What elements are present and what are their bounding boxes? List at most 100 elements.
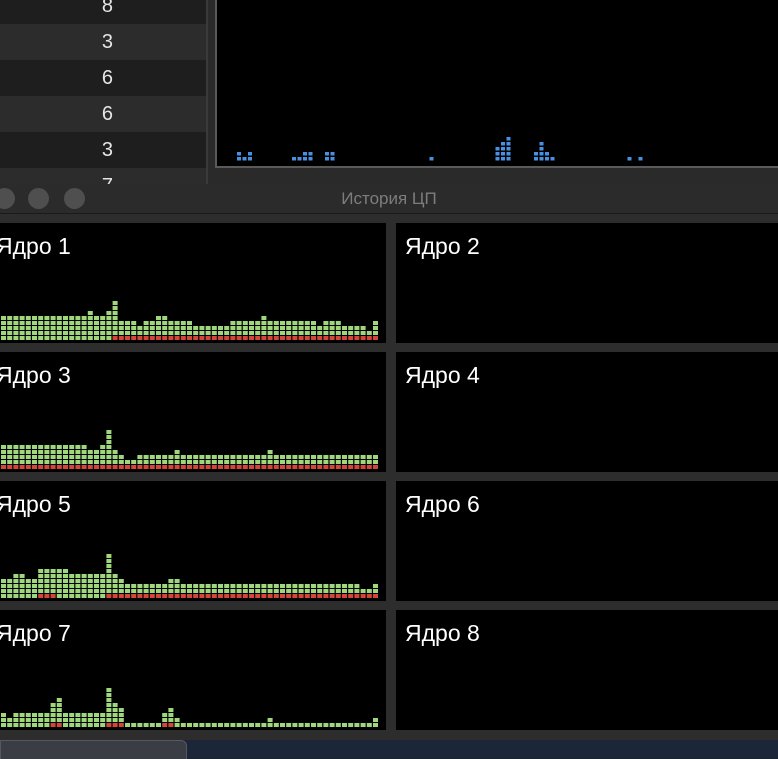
user-load-cell (106, 703, 112, 707)
activity-cell (248, 157, 252, 161)
user-load-cell (100, 574, 106, 578)
user-load-cell (106, 708, 112, 712)
user-load-cell (1, 594, 6, 598)
user-load-cell (56, 703, 62, 707)
user-load-cell (298, 326, 304, 330)
user-load-cell (44, 316, 50, 320)
user-load-cell (242, 326, 248, 330)
list-item[interactable]: 6 (0, 60, 206, 96)
system-load-cell (249, 594, 254, 598)
user-load-cell (211, 331, 217, 335)
user-load-cell (311, 326, 316, 330)
user-load-cell (180, 331, 186, 335)
activity-cell (297, 157, 302, 161)
system-load-cell (230, 465, 236, 469)
user-load-cell (236, 584, 242, 588)
user-load-cell (162, 321, 168, 325)
system-load-cell (292, 336, 298, 340)
user-load-cell (329, 321, 335, 325)
user-load-cell (280, 723, 285, 727)
user-load-cell (1, 589, 6, 593)
list-item[interactable]: 3 (0, 24, 206, 60)
system-load-cell (292, 594, 298, 598)
user-load-cell (112, 574, 118, 578)
user-load-cell (69, 460, 75, 464)
user-load-cell (25, 460, 31, 464)
user-load-cell (298, 321, 304, 325)
user-load-cell (32, 450, 37, 454)
user-load-cell (81, 713, 87, 717)
process-list[interactable]: 8 3 6 6 3 7 (0, 0, 206, 184)
system-load-cell (131, 594, 137, 598)
user-load-cell (162, 326, 168, 330)
user-load-cell (236, 723, 242, 727)
user-load-cell (44, 331, 50, 335)
user-load-cell (156, 326, 161, 330)
desktop-strip (0, 740, 778, 759)
user-load-cell (106, 589, 112, 593)
list-item[interactable]: 6 (0, 96, 206, 132)
user-load-cell (56, 584, 62, 588)
user-load-cell (273, 331, 279, 335)
user-load-cell (180, 589, 186, 593)
activity-cell (539, 142, 544, 146)
user-load-cell (44, 718, 50, 722)
activity-cell (638, 157, 643, 161)
user-load-cell (329, 589, 335, 593)
user-load-cell (75, 594, 81, 598)
user-load-cell (249, 589, 254, 593)
title-bar[interactable]: История ЦП (0, 184, 778, 214)
user-load-cell (56, 708, 62, 712)
user-load-cell (106, 718, 112, 722)
user-load-cell (137, 326, 143, 330)
system-load-cell (38, 465, 44, 469)
list-item[interactable]: 3 (0, 132, 206, 168)
user-load-cell (180, 584, 186, 588)
user-load-cell (230, 589, 236, 593)
user-load-cell (106, 554, 112, 558)
user-load-cell (168, 455, 174, 459)
user-load-cell (63, 589, 68, 593)
user-load-cell (13, 445, 19, 449)
user-load-cell (366, 460, 372, 464)
user-load-cell (304, 584, 310, 588)
column-divider[interactable] (206, 0, 208, 184)
user-load-cell (249, 455, 254, 459)
user-load-cell (100, 331, 106, 335)
user-load-cell (112, 321, 118, 325)
window-tab[interactable] (0, 740, 187, 759)
user-load-cell (75, 445, 81, 449)
list-item[interactable]: 8 (0, 0, 206, 24)
user-load-cell (230, 460, 236, 464)
user-load-cell (94, 574, 99, 578)
system-load-cell (311, 594, 316, 598)
user-load-cell (348, 326, 354, 330)
user-load-cell (125, 321, 130, 325)
user-load-cell (106, 321, 112, 325)
user-load-cell (87, 321, 93, 325)
user-load-cell (75, 574, 81, 578)
user-load-cell (19, 336, 25, 340)
user-load-cell (56, 455, 62, 459)
user-load-cell (342, 584, 347, 588)
user-load-cell (156, 723, 161, 727)
user-load-cell (205, 589, 211, 593)
user-load-cell (25, 584, 31, 588)
user-load-cell (112, 301, 118, 305)
user-load-cell (354, 460, 360, 464)
user-load-cell (112, 708, 118, 712)
user-load-cell (69, 718, 75, 722)
user-load-cell (342, 460, 347, 464)
system-load-cell (366, 594, 372, 598)
list-item[interactable]: 7 (0, 168, 206, 184)
user-load-cell (261, 584, 267, 588)
user-load-cell (112, 718, 118, 722)
user-load-cell (156, 460, 161, 464)
user-load-cell (75, 455, 81, 459)
system-load-cell (342, 336, 347, 340)
user-load-cell (87, 574, 93, 578)
user-load-cell (56, 713, 62, 717)
user-load-cell (32, 321, 37, 325)
user-load-cell (199, 460, 205, 464)
user-load-cell (298, 584, 304, 588)
